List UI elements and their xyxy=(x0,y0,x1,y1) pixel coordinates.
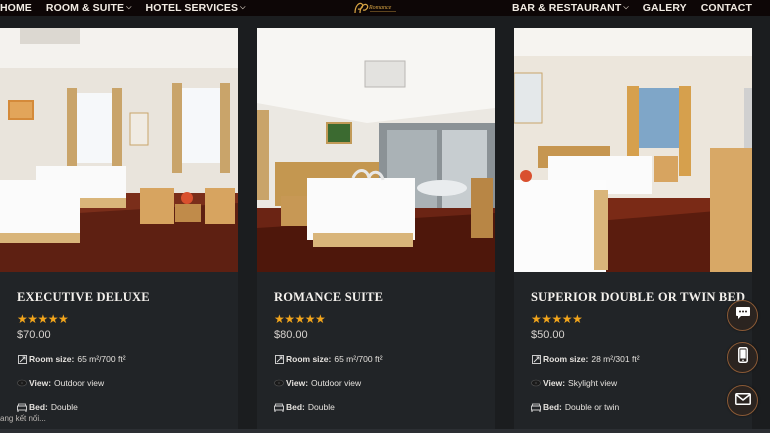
nav-contact-label: CONTACT xyxy=(700,2,752,14)
nav-hotel-services[interactable]: HOTEL SERVICES ⌵ xyxy=(146,2,246,14)
resize-icon xyxy=(274,354,284,364)
eye-icon xyxy=(274,378,284,388)
nav-home[interactable]: HOME xyxy=(0,2,32,14)
room-photo[interactable] xyxy=(0,28,238,272)
nav-galery[interactable]: GALERY xyxy=(643,2,687,14)
nav-room-suite-label: ROOM & SUITE xyxy=(45,2,125,14)
bed-icon xyxy=(17,402,27,412)
room-bed-row: Bed: Double or twin xyxy=(531,402,619,412)
chevron-down-icon: ⌵ xyxy=(126,4,132,11)
bed-icon xyxy=(531,402,541,412)
room-photo[interactable] xyxy=(514,28,752,272)
rating-stars: ★★★★★ xyxy=(531,312,583,326)
room-bed-label: Bed: xyxy=(286,402,305,412)
room-photo[interactable] xyxy=(257,28,495,272)
nav-bar-restaurant[interactable]: BAR & RESTAURANT ⌵ xyxy=(512,2,629,14)
nav-galery-label: GALERY xyxy=(642,2,687,14)
room-size-label: Room size: xyxy=(286,354,332,364)
room-bed-label: Bed: xyxy=(543,402,562,412)
chevron-down-icon: ⌵ xyxy=(623,4,629,11)
room-price: $80.00 xyxy=(274,329,308,341)
room-size-value: 65 m²/700 ft² xyxy=(77,354,126,364)
room-bed-label: Bed: xyxy=(29,402,48,412)
room-title[interactable]: SUPERIOR DOUBLE OR TWIN BED xyxy=(531,290,745,305)
room-size-label: Room size: xyxy=(29,354,75,364)
rating-stars: ★★★★★ xyxy=(274,312,326,326)
room-view-value: Outdoor view xyxy=(54,378,105,388)
room-view-row: View: Outdoor view xyxy=(17,378,104,388)
room-view-label: View: xyxy=(29,378,52,388)
room-card-romance-suite[interactable]: ROMANCE SUITE ★★★★★ $80.00 Room size: 65… xyxy=(257,28,495,433)
phone-button[interactable] xyxy=(727,342,758,373)
room-bed-row: Bed: Double xyxy=(274,402,335,412)
top-navigation: HOME ROOM & SUITE ⌵ HOTEL SERVICES ⌵ Roman… xyxy=(0,0,770,16)
resize-icon xyxy=(17,354,27,364)
bottom-edge-bar xyxy=(0,429,770,433)
room-bed-value: Double or twin xyxy=(564,402,620,412)
room-title[interactable]: EXECUTIVE DELUXE xyxy=(17,290,150,305)
room-title[interactable]: ROMANCE SUITE xyxy=(274,290,383,305)
room-bed-row: Bed: Double xyxy=(17,402,78,412)
room-price: $50.00 xyxy=(531,329,565,341)
nav-hotel-services-label: HOTEL SERVICES xyxy=(145,2,239,14)
nav-bar-restaurant-label: BAR & RESTAURANT xyxy=(512,2,622,14)
room-size-value: 65 m²/700 ft² xyxy=(334,354,383,364)
logo-mark: Romance xyxy=(354,2,396,14)
chevron-down-icon: ⌵ xyxy=(240,4,246,11)
room-view-value: Outdoor view xyxy=(311,378,362,388)
nav-contact[interactable]: CONTACT xyxy=(701,2,752,14)
room-card-executive-deluxe[interactable]: EXECUTIVE DELUXE ★★★★★ $70.00 Room size:… xyxy=(0,28,238,433)
room-view-value: Skylight view xyxy=(568,378,618,388)
mail-button[interactable] xyxy=(727,385,758,416)
eye-icon xyxy=(17,378,27,388)
room-size-row: Room size: 28 m²/301 ft² xyxy=(531,354,640,364)
room-price: $70.00 xyxy=(17,329,51,341)
nav-left-group: HOME ROOM & SUITE ⌵ HOTEL SERVICES ⌵ xyxy=(0,0,246,16)
room-view-label: View: xyxy=(286,378,309,388)
hotel-logo[interactable]: Romance xyxy=(352,0,400,16)
bed-icon xyxy=(274,402,284,412)
room-size-value: 28 m²/301 ft² xyxy=(591,354,640,364)
mail-icon xyxy=(734,392,751,410)
room-photo-image xyxy=(0,28,238,272)
nav-home-label: HOME xyxy=(0,2,32,14)
room-photo-image xyxy=(257,28,495,272)
room-card-superior-double-twin[interactable]: SUPERIOR DOUBLE OR TWIN BED ★★★★★ $50.00… xyxy=(514,28,752,433)
rating-stars: ★★★★★ xyxy=(17,312,69,326)
chat-button[interactable] xyxy=(727,300,758,331)
svg-text:Romance: Romance xyxy=(368,5,392,11)
eye-icon xyxy=(531,378,541,388)
room-view-row: View: Skylight view xyxy=(531,378,617,388)
room-view-label: View: xyxy=(543,378,566,388)
room-view-row: View: Outdoor view xyxy=(274,378,361,388)
nav-room-suite[interactable]: ROOM & SUITE ⌵ xyxy=(46,2,132,14)
resize-icon xyxy=(531,354,541,364)
room-bed-value: Double xyxy=(307,402,335,412)
nav-right-group: BAR & RESTAURANT ⌵ GALERY CONTACT xyxy=(512,0,752,16)
room-photo-image xyxy=(514,28,752,272)
room-bed-value: Double xyxy=(50,402,78,412)
chat-icon xyxy=(735,306,751,325)
browser-status-text: ang kết nối... xyxy=(0,414,46,423)
phone-icon xyxy=(737,347,748,368)
room-size-row: Room size: 65 m²/700 ft² xyxy=(17,354,126,364)
room-size-label: Room size: xyxy=(543,354,589,364)
room-size-row: Room size: 65 m²/700 ft² xyxy=(274,354,383,364)
